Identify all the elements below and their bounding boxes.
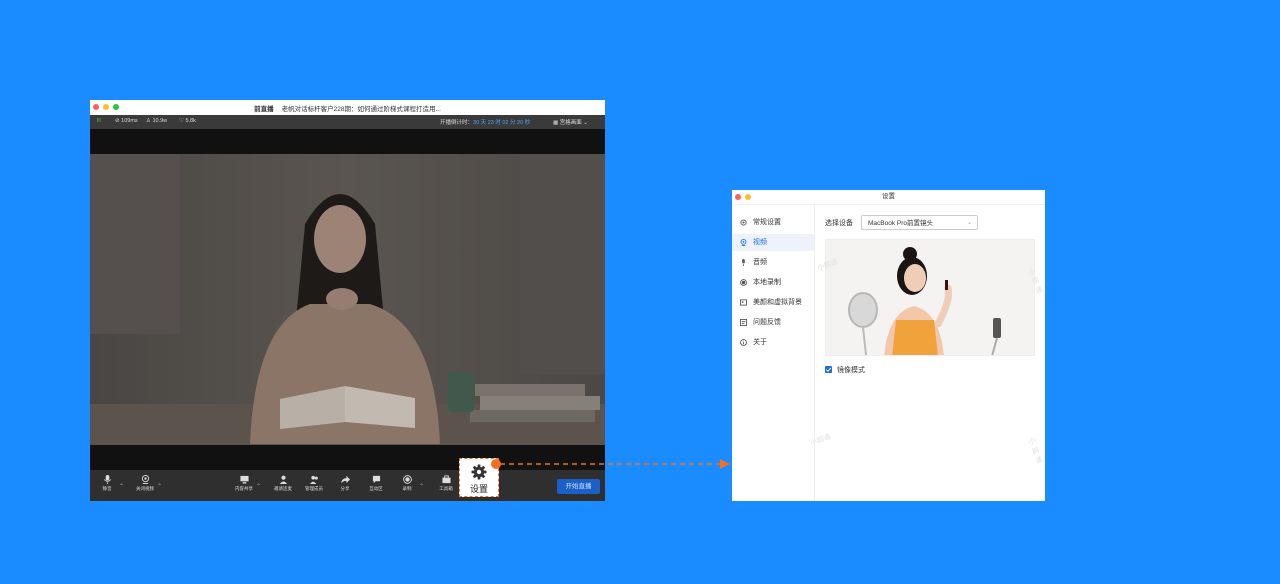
- record-icon: [402, 475, 412, 484]
- camera-options-chevron-icon[interactable]: ⌃: [157, 483, 162, 490]
- app-name: 前直播: [254, 106, 274, 113]
- invite-button[interactable]: 邀请连麦: [271, 475, 295, 492]
- menu-item-local-record[interactable]: 本地录制: [732, 274, 814, 291]
- toolbox-icon: [441, 475, 451, 484]
- chat-button[interactable]: 互动区: [364, 475, 388, 492]
- presenter-video: [90, 154, 605, 445]
- callout-arrow: [500, 459, 730, 469]
- menu-label-video: 视频: [753, 239, 767, 246]
- invite-label: 邀请连麦: [274, 486, 292, 491]
- live-topic: 老帆对话标杆客户228期：如何通过阶梯式课程打造用...: [281, 106, 441, 113]
- camera-label: 关闭视频: [136, 486, 154, 491]
- device-value: MacBook Pro前置镜头: [868, 220, 934, 227]
- likes-value: 5.8k: [185, 118, 196, 124]
- settings-title: 设置: [882, 193, 895, 200]
- members-button[interactable]: 管理成员: [302, 475, 326, 492]
- device-select[interactable]: MacBook Pro前置镜头 ⌄: [861, 215, 978, 230]
- video-preview: [90, 129, 605, 470]
- chat-label: 互动区: [369, 486, 383, 491]
- menu-label-feedback: 问题反馈: [753, 319, 781, 326]
- camera-preview: [825, 239, 1035, 356]
- screen-share-icon: [239, 475, 249, 484]
- mirror-mode-label: 镜像模式: [837, 367, 865, 374]
- menu-label-about: 关于: [753, 339, 767, 346]
- checkmark-icon: [825, 367, 832, 372]
- mic-icon: [103, 475, 111, 484]
- mirror-mode-row[interactable]: 镜像模式: [825, 365, 865, 375]
- forward-label: 分享: [340, 486, 350, 491]
- title-bar: 前直播 老帆对话标杆客户228期：如何通过阶梯式课程打造用...: [90, 100, 605, 115]
- minimize-settings-button[interactable]: [745, 194, 751, 200]
- members-icon: [309, 475, 318, 484]
- beauty-icon: [740, 299, 747, 306]
- viewers-stat: ♙ 10.9w: [146, 118, 168, 124]
- mic-button[interactable]: 静音: [95, 475, 119, 492]
- mic-icon: [742, 259, 745, 266]
- chevron-down-icon: ⌄: [966, 220, 972, 226]
- info-icon: [740, 339, 747, 346]
- forward-button[interactable]: 分享: [333, 475, 357, 492]
- mirror-mode-checkbox[interactable]: [825, 366, 832, 373]
- bitrate-value: 109ms: [121, 118, 138, 124]
- mic-label: 静音: [102, 486, 112, 491]
- gear-icon: [740, 219, 747, 226]
- menu-label-audio: 音频: [753, 259, 767, 266]
- mic-options-chevron-icon[interactable]: ⌃: [119, 483, 124, 490]
- share-arrow-icon: [340, 475, 350, 484]
- menu-item-about[interactable]: 关于: [732, 334, 814, 351]
- countdown-label: 开播倒计时：: [440, 120, 474, 126]
- signal-icon: lll: [97, 118, 101, 124]
- menu-label-beauty: 美颜和虚拟背景: [753, 299, 802, 306]
- members-label: 管理成员: [305, 486, 323, 491]
- gear-icon: [471, 464, 487, 480]
- toolbox-label: 工具箱: [439, 486, 453, 491]
- toolbox-button[interactable]: 工具箱: [434, 475, 458, 492]
- settings-window: 设置 常规设置 视频 音频 本地录制 美颜和虚拟背景 问题反馈 关于 选择设备 …: [732, 190, 1045, 501]
- chat-icon: [372, 475, 380, 484]
- camera-button[interactable]: 关闭视频: [133, 475, 157, 492]
- start-live-button[interactable]: 开始直播: [557, 479, 600, 494]
- close-settings-button[interactable]: [735, 194, 741, 200]
- likes-stat: ♡ 5.8k: [179, 118, 196, 124]
- camera-icon: [740, 239, 747, 246]
- live-window: 前直播 老帆对话标杆客户228期：如何通过阶梯式课程打造用... lll ⊘ 10…: [90, 100, 605, 501]
- menu-item-feedback[interactable]: 问题反馈: [732, 314, 814, 331]
- settings-content: 选择设备 MacBook Pro前置镜头 ⌄ 镜像模式: [815, 205, 1045, 501]
- menu-label-general: 常规设置: [753, 219, 781, 226]
- menu-item-video[interactable]: 视频: [732, 234, 814, 251]
- status-bar: lll ⊘ 109ms ♙ 10.9w ♡ 5.8k 开播倒计时：30 天 23…: [90, 115, 605, 129]
- settings-title-bar: 设置: [732, 190, 1045, 205]
- record-options-chevron-icon[interactable]: ⌃: [419, 483, 424, 490]
- share-screen-button[interactable]: 内容共享: [232, 475, 256, 492]
- menu-item-general[interactable]: 常规设置: [732, 214, 814, 231]
- menu-label-local-record: 本地录制: [753, 279, 781, 286]
- menu-item-beauty[interactable]: 美颜和虚拟背景: [732, 294, 814, 311]
- window-title: 前直播 老帆对话标杆客户228期：如何通过阶梯式课程打造用...: [90, 103, 605, 113]
- bitrate-stat: ⊘ 109ms: [115, 118, 138, 124]
- record-label: 录制: [402, 486, 412, 491]
- record-button[interactable]: 录制: [395, 475, 419, 492]
- settings-sidebar: 常规设置 视频 音频 本地录制 美颜和虚拟背景 问题反馈 关于: [732, 205, 815, 501]
- menu-item-audio[interactable]: 音频: [732, 254, 814, 271]
- viewers-value: 10.9w: [152, 118, 168, 124]
- layout-switch[interactable]: ▦ 宫格画面 ⌄: [553, 118, 588, 126]
- share-options-chevron-icon[interactable]: ⌃: [256, 483, 261, 490]
- record-icon: [740, 279, 747, 286]
- settings-label: 设置: [469, 484, 488, 494]
- layout-label: 宫格画面: [559, 120, 582, 126]
- countdown: 开播倒计时：30 天 23 时 02 分 20 秒: [440, 118, 530, 126]
- control-toolbar: 静音 ⌃ 关闭视频 ⌃ 内容共享 ⌃ 邀请连麦 管理成员 分享 互动区 录制 ⌃…: [90, 470, 605, 501]
- camera-icon: [141, 475, 149, 484]
- device-label: 选择设备: [825, 220, 853, 227]
- user-icon: [279, 475, 287, 484]
- countdown-value: 30 天 23 时 02 分 20 秒: [473, 120, 531, 126]
- share-screen-label: 内容共享: [235, 486, 253, 491]
- feedback-icon: [740, 319, 747, 326]
